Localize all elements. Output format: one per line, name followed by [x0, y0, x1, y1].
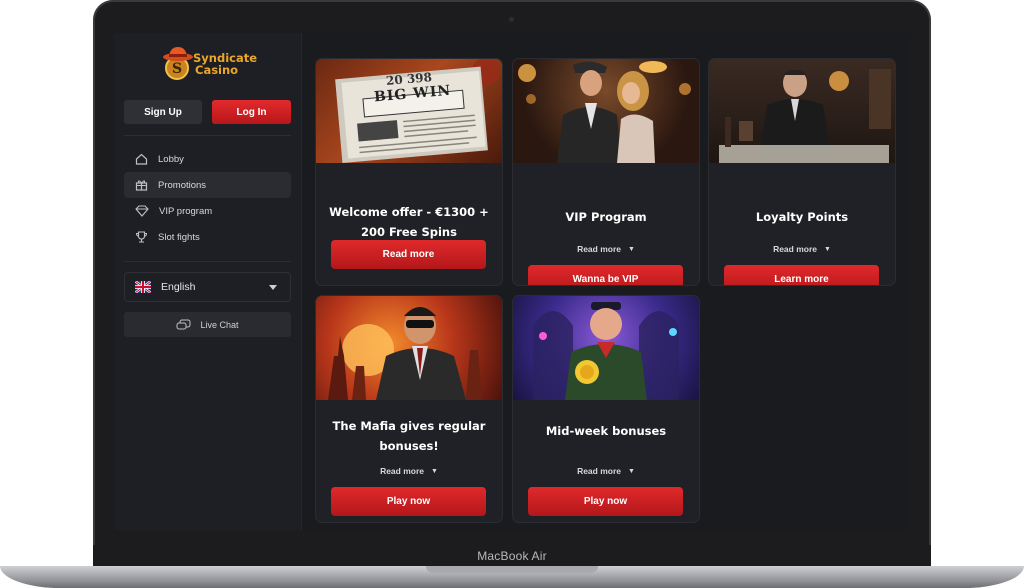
- read-more-toggle[interactable]: Read more ▼: [316, 466, 502, 476]
- laptop-chin: MacBook Air: [93, 545, 931, 567]
- promo-title: Welcome offer - €1300 + 200 Free Spins: [329, 205, 489, 239]
- sidebar-item-lobby[interactable]: Lobby: [124, 146, 291, 172]
- caret-down-icon: ▼: [824, 246, 831, 253]
- caret-down-icon: ▼: [628, 246, 635, 253]
- vip-couple-illustration: [518, 61, 691, 163]
- promo-card-midweek: Mid-week bonuses Read more ▼ Play now: [512, 295, 700, 523]
- sidebar: S Syndicate Casino Sign Up Log In Lobby …: [114, 33, 302, 530]
- language-label: English: [161, 281, 196, 293]
- log-in-button[interactable]: Log In: [212, 100, 291, 124]
- sidebar-item-label: VIP program: [159, 205, 213, 217]
- uk-flag-icon: [135, 281, 151, 293]
- mafia-man-illustration: [328, 307, 482, 400]
- language-select[interactable]: English: [124, 272, 291, 302]
- sidebar-item-label: Lobby: [158, 153, 184, 165]
- wanna-be-vip-button[interactable]: Wanna be VIP: [528, 265, 683, 285]
- promo-image-midweek: [513, 296, 699, 400]
- fedora-coin-icon: S: [163, 47, 193, 80]
- promo-title: The Mafia gives regular bonuses!: [332, 419, 486, 453]
- promo-title: VIP Program: [565, 210, 647, 224]
- sidebar-item-label: Promotions: [158, 179, 207, 191]
- read-more-toggle[interactable]: Read more ▼: [513, 244, 699, 254]
- read-more-toggle[interactable]: Read more ▼: [513, 466, 699, 476]
- brand-line2: Casino: [195, 63, 239, 77]
- promo-image-loyalty-man: [709, 59, 895, 163]
- sidebar-item-label: Slot fights: [158, 231, 200, 243]
- sidebar-item-vip-program[interactable]: VIP program: [124, 198, 291, 224]
- promo-card-mafia: The Mafia gives regular bonuses! Read mo…: [315, 295, 503, 523]
- read-more-label: Read more: [380, 466, 424, 476]
- chat-icon: [176, 319, 191, 329]
- promo-image-vip-couple: [513, 59, 699, 163]
- read-more-label: Read more: [773, 244, 817, 254]
- home-icon: [135, 153, 148, 165]
- promo-card-welcome: 20 398 BIG WIN Welcome offer - €1300 + 2…: [315, 58, 503, 286]
- chevron-down-icon: [269, 284, 277, 290]
- camera-icon: [509, 17, 514, 22]
- gift-icon: [135, 180, 148, 191]
- promo-image-mafia: [316, 296, 502, 400]
- learn-more-button[interactable]: Learn more: [724, 265, 879, 285]
- caret-down-icon: ▼: [628, 468, 635, 475]
- trophy-icon: [135, 231, 148, 243]
- caret-down-icon: ▼: [431, 468, 438, 475]
- read-more-label: Read more: [577, 244, 621, 254]
- device-label: MacBook Air: [477, 549, 547, 563]
- brand-logo[interactable]: S Syndicate Casino: [162, 45, 257, 85]
- read-more-toggle[interactable]: Read more ▼: [709, 244, 895, 254]
- read-more-label: Read more: [577, 466, 621, 476]
- promo-title: Mid-week bonuses: [545, 424, 667, 438]
- play-now-button[interactable]: Play now: [528, 487, 683, 516]
- svg-text:S: S: [172, 61, 182, 77]
- sidebar-divider: [124, 261, 291, 262]
- promo-card-loyalty: Loyalty Points Read more ▼ Learn more: [708, 58, 896, 286]
- live-chat-button[interactable]: Live Chat: [124, 312, 291, 337]
- brand-name: Syndicate Casino: [193, 52, 257, 76]
- promo-card-vip: VIP Program Read more ▼ Wanna be VIP: [512, 58, 700, 286]
- live-chat-label: Live Chat: [200, 319, 239, 330]
- midweek-man-illustration: [533, 302, 679, 400]
- promo-image-newspaper: 20 398 BIG WIN: [316, 59, 502, 163]
- read-more-button[interactable]: Read more: [331, 240, 486, 269]
- laptop-notch: [426, 566, 598, 573]
- sidebar-item-promotions[interactable]: Promotions: [124, 172, 291, 198]
- sign-up-button[interactable]: Sign Up: [124, 100, 202, 124]
- sidebar-item-slot-fights[interactable]: Slot fights: [124, 224, 291, 250]
- screen: S Syndicate Casino Sign Up Log In Lobby …: [114, 33, 910, 530]
- sidebar-divider: [124, 135, 291, 136]
- loyalty-man-illustration: [719, 69, 891, 163]
- diamond-icon: [135, 205, 149, 217]
- promo-title: Loyalty Points: [755, 210, 849, 224]
- play-now-button[interactable]: Play now: [331, 487, 486, 516]
